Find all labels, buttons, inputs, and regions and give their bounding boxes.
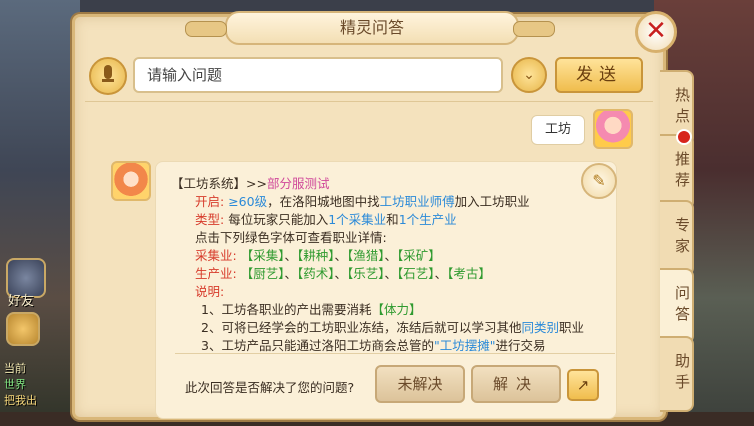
profession-link-farm[interactable]: 【耕种】 bbox=[297, 248, 335, 263]
microphone-icon bbox=[104, 65, 112, 79]
question-input[interactable] bbox=[145, 59, 489, 91]
title-ornament-left bbox=[185, 21, 227, 37]
dialog-title: 精灵问答 bbox=[339, 18, 404, 37]
profession-link-cook[interactable]: 【厨艺】 bbox=[241, 266, 285, 281]
tab-qa[interactable]: 问答 bbox=[660, 268, 694, 344]
profession-link-music[interactable]: 【乐艺】 bbox=[347, 266, 385, 281]
microphone-stand bbox=[102, 79, 114, 82]
user-message-bubble: 工坊 bbox=[531, 115, 585, 145]
divider bbox=[85, 101, 653, 102]
chat-message: 把我出 bbox=[4, 394, 37, 407]
chevron-down-icon[interactable]: ⌄ bbox=[511, 57, 547, 93]
title-ornament-right bbox=[513, 21, 555, 37]
stamina-link[interactable]: 【体力】 bbox=[371, 302, 421, 317]
notification-dot bbox=[676, 129, 692, 145]
unresolved-button[interactable]: 未解决 bbox=[375, 365, 465, 403]
chat-channel-current: 当前 bbox=[4, 362, 26, 375]
answer-line-1: 【工坊系统】>>部分服测试 bbox=[171, 176, 330, 191]
answer-line-6: 生产业: 【厨艺】、【药术】、【乐艺】、【石艺】、【考古】 bbox=[195, 266, 491, 281]
profession-link-medicine[interactable]: 【药术】 bbox=[297, 266, 335, 281]
send-button[interactable]: 发送 bbox=[555, 57, 643, 93]
tab-assistant[interactable]: 助手 bbox=[660, 336, 694, 412]
tab-recommend[interactable]: 推荐 bbox=[660, 134, 694, 210]
sprite-avatar bbox=[111, 161, 151, 201]
chat-channel-world: 世界 bbox=[4, 378, 26, 391]
profession-link-hunt[interactable]: 【渔猎】 bbox=[347, 248, 385, 263]
answer-line-4: 点击下列绿色字体可查看职业详情: bbox=[195, 230, 387, 245]
answer-line-8: 1、工坊各职业的产出需要消耗【体力】 bbox=[201, 302, 422, 317]
answer-line-7: 说明: bbox=[195, 284, 225, 299]
answer-line-2: 开启: ≥60级，在洛阳城地图中找工坊职业师傅加入工坊职业 bbox=[195, 194, 530, 209]
microphone-button[interactable] bbox=[89, 57, 127, 95]
user-avatar bbox=[593, 109, 633, 149]
npc-link[interactable]: 工坊职业师傅 bbox=[380, 194, 455, 209]
answer-line-9: 2、可将已经学会的工坊职业冻结，冻结后就可以学习其他同类别职业 bbox=[201, 320, 584, 335]
profession-link-archaeology[interactable]: 【考古】 bbox=[447, 266, 491, 281]
close-button[interactable]: ✕ bbox=[635, 11, 677, 53]
answer-line-3: 类型: 每位玩家只能加入1个采集业和1个生产业 bbox=[195, 212, 457, 227]
chat-icon[interactable] bbox=[6, 312, 40, 346]
dialog-title-bar: 精灵问答 bbox=[225, 11, 519, 45]
answer-separator bbox=[175, 353, 615, 354]
answer-line-5: 采集业: 【采集】、【耕种】、【渔猎】、【采矿】 bbox=[195, 248, 441, 263]
answer-line-10: 3、工坊产品只能通过洛阳工坊商会总管的"工坊摆摊"进行交易 bbox=[201, 338, 546, 353]
qa-dialog: 精灵问答 ✕ ⌄ 发送 工坊 【工坊系统】>>部分服测试 开启: ≥60级，在洛… bbox=[72, 11, 677, 420]
note-icon[interactable]: ✎ bbox=[581, 163, 617, 199]
share-icon[interactable]: ↗ bbox=[567, 369, 599, 401]
feedback-question: 此次回答是否解决了您的问题? bbox=[185, 380, 355, 395]
profession-link-collect[interactable]: 【采集】 bbox=[241, 248, 285, 263]
profession-link-stone[interactable]: 【石艺】 bbox=[397, 266, 435, 281]
friends-label: 好友 bbox=[8, 294, 35, 309]
tab-expert[interactable]: 专家 bbox=[660, 200, 694, 276]
resolved-button[interactable]: 解决 bbox=[471, 365, 561, 403]
question-input-box[interactable] bbox=[133, 57, 503, 93]
profession-link-mine[interactable]: 【采矿】 bbox=[397, 248, 441, 263]
